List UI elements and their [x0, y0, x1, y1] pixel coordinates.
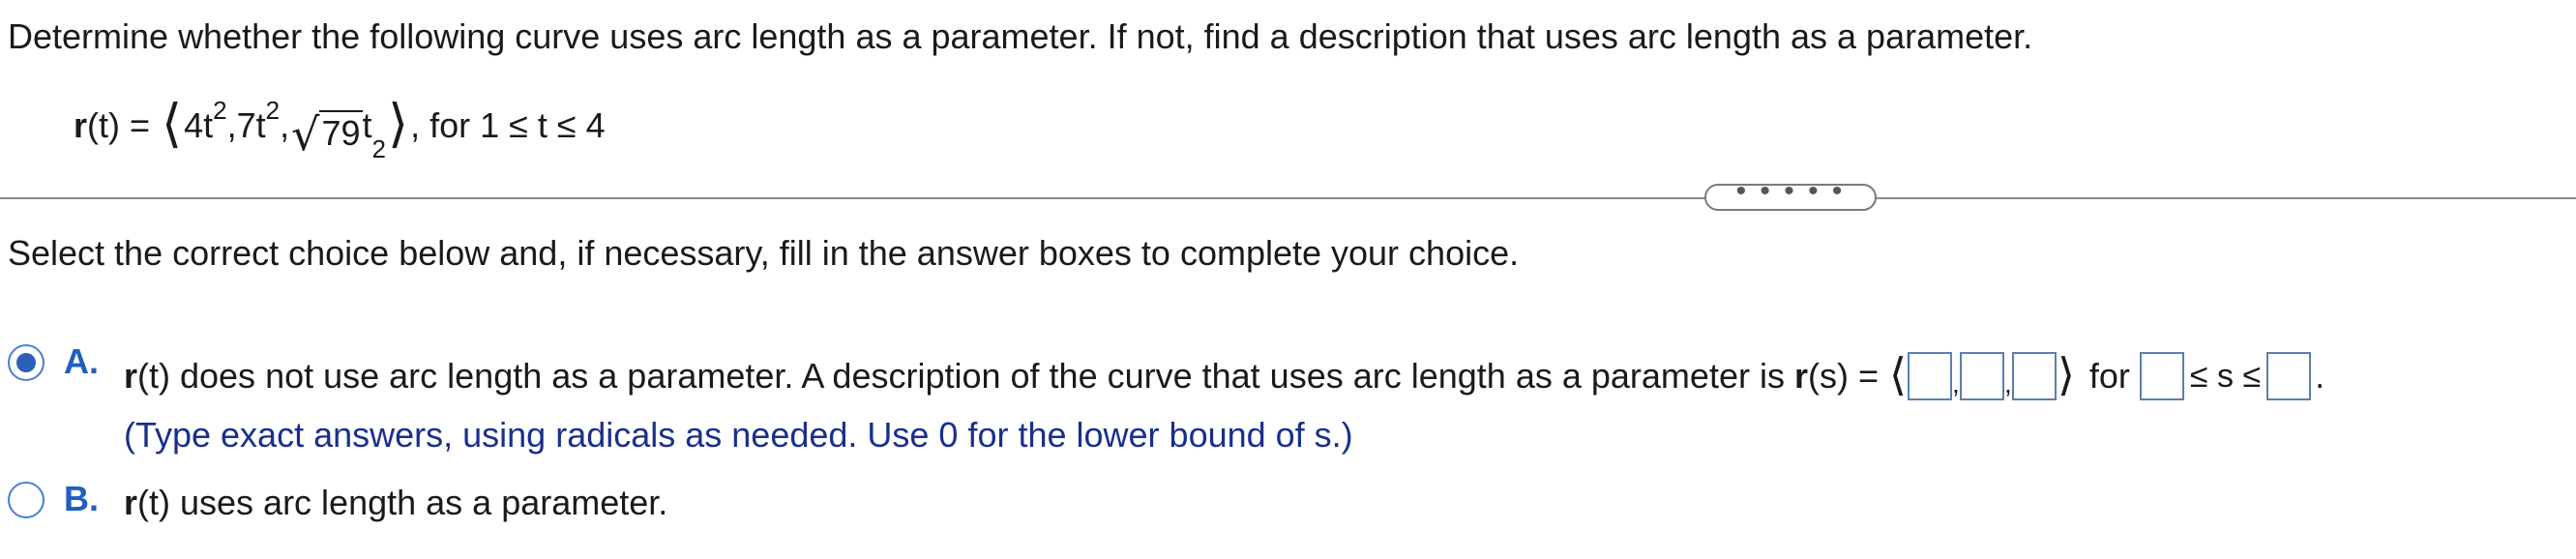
- z-component-input[interactable]: [2011, 352, 2057, 400]
- choice-a-period: .: [2315, 356, 2325, 396]
- equation-separator-1: ,: [226, 105, 237, 145]
- equation-component-1: 4t2: [184, 96, 227, 145]
- x-component-input[interactable]: [1907, 352, 1952, 400]
- question-text: Determine whether the following curve us…: [8, 16, 2033, 56]
- choice-a[interactable]: A. r (t) does not use arc length as a pa…: [8, 342, 2324, 456]
- answer-open-angle: ⟨: [1888, 348, 1907, 400]
- section-divider: [0, 197, 2576, 199]
- choice-a-radio[interactable]: [8, 344, 44, 381]
- s-inequality-label: ≤ s ≤: [2189, 358, 2262, 395]
- answer-close-angle: ⟩: [2057, 348, 2075, 400]
- choice-b-letter: B.: [64, 479, 99, 518]
- choice-a-letter: A.: [64, 341, 99, 381]
- choice-a-answer-line: r (t) does not use arc length as a param…: [124, 352, 2324, 400]
- choice-b-text: (t) uses arc length as a parameter.: [137, 483, 668, 522]
- equation-component-3: √ 79 t2: [291, 105, 386, 163]
- equation-component-2: 7t2: [236, 96, 281, 145]
- equation-separator-2: ,: [280, 105, 290, 145]
- choice-b-body: r(t) uses arc length as a parameter.: [124, 482, 667, 524]
- answer-comma-1: ,: [1952, 368, 1960, 398]
- equation-domain: , for 1 ≤ t ≤ 4: [410, 105, 606, 145]
- choice-a-text: (t) does not use arc length as a paramet…: [137, 356, 1794, 396]
- answer-comma-2: ,: [2004, 368, 2012, 398]
- choice-a-hint: (Type exact answers, using radicals as n…: [124, 415, 1353, 455]
- expand-handle-button[interactable]: • • • • •: [1704, 175, 1877, 211]
- choice-b[interactable]: B. r(t) uses arc length as a parameter.: [8, 480, 667, 524]
- choice-b-r-symbol: r: [124, 483, 138, 522]
- equation-close-angle: ⟩: [387, 93, 409, 154]
- sqrt-radicand: 79: [319, 110, 363, 155]
- expand-dots-icon: • • • • •: [1735, 175, 1846, 207]
- y-component-input[interactable]: [1959, 352, 2004, 400]
- instruction-text: Select the correct choice below and, if …: [8, 233, 1520, 273]
- sqrt-symbol: √: [291, 108, 320, 161]
- equation-lhs: (t) =: [87, 105, 161, 145]
- s-upper-bound-input[interactable]: [2266, 352, 2312, 400]
- choice-a-rs-lhs: (s) =: [1807, 356, 1888, 396]
- for-label: for: [2088, 356, 2130, 396]
- equation-open-angle: ⟨: [162, 93, 183, 154]
- choice-a-r-symbol: r: [124, 356, 138, 396]
- choice-a-body: r (t) does not use arc length as a param…: [124, 352, 2324, 456]
- equation-r-symbol: r: [74, 105, 88, 145]
- curve-equation: r (t) = ⟨ 4t2 , 7t2 , √ 79 t2 ⟩ , for 1 …: [74, 93, 606, 163]
- s-lower-bound-input[interactable]: [2139, 352, 2184, 400]
- choice-b-radio[interactable]: [8, 482, 44, 518]
- choice-a-rs-symbol: r: [1793, 356, 1808, 396]
